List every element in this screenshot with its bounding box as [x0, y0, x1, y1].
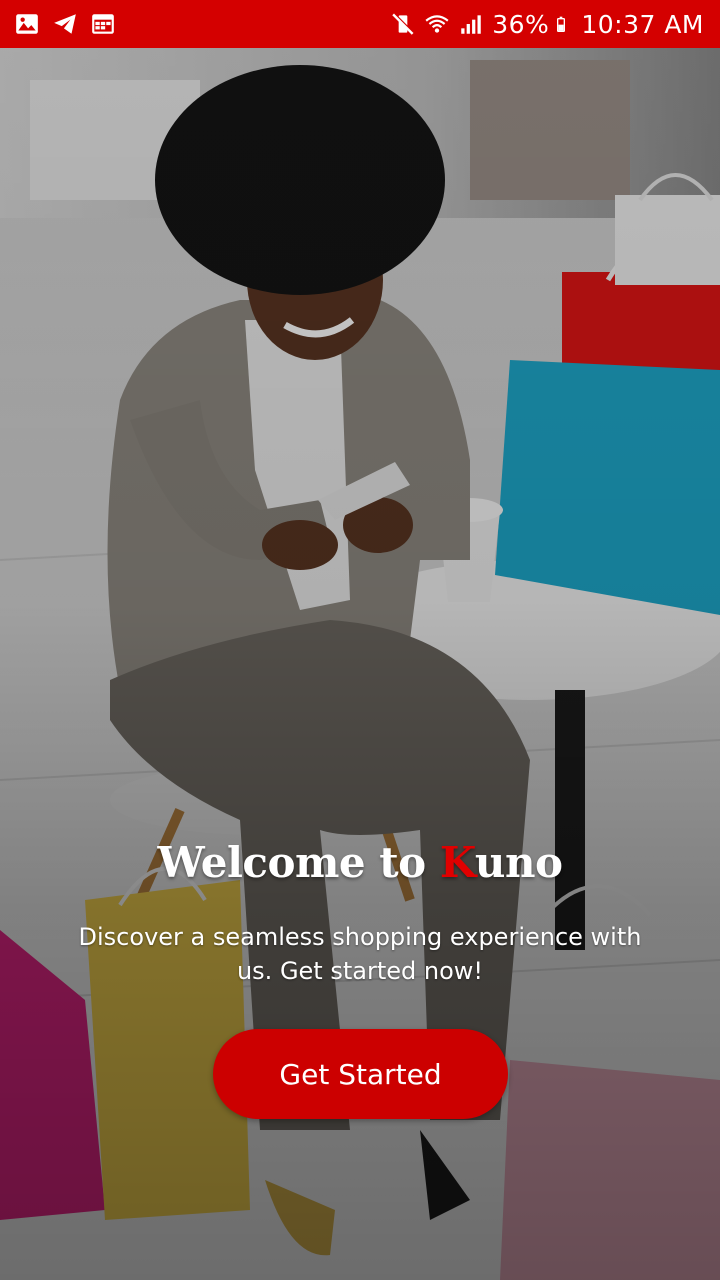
battery-percent: 36%	[492, 9, 550, 39]
battery-icon	[557, 16, 566, 32]
telegram-icon	[54, 14, 76, 34]
welcome-subtitle: Discover a seamless shopping experience …	[78, 923, 642, 985]
clock: 10:37 AM	[581, 9, 704, 39]
welcome-prefix: Welcome to	[157, 838, 440, 887]
brand-rest: uno	[474, 838, 563, 887]
brand-first-letter: K	[439, 838, 476, 887]
status-left-icons	[14, 11, 116, 37]
status-right-icons: 36% 10:37 AM	[390, 10, 704, 39]
status-bar: 36% 10:37 AM	[0, 0, 720, 48]
signal-icon	[461, 15, 481, 34]
wifi-icon	[425, 15, 449, 33]
welcome-title: Welcome to Kuno	[0, 838, 720, 887]
image-icon	[16, 14, 38, 34]
get-started-button[interactable]: Get Started	[213, 1029, 508, 1119]
mute-vibrate-icon	[392, 12, 415, 35]
welcome-screen: 36% 10:37 AM Welcome to Kuno Discover a …	[0, 0, 720, 1280]
calendar-icon	[92, 14, 114, 34]
